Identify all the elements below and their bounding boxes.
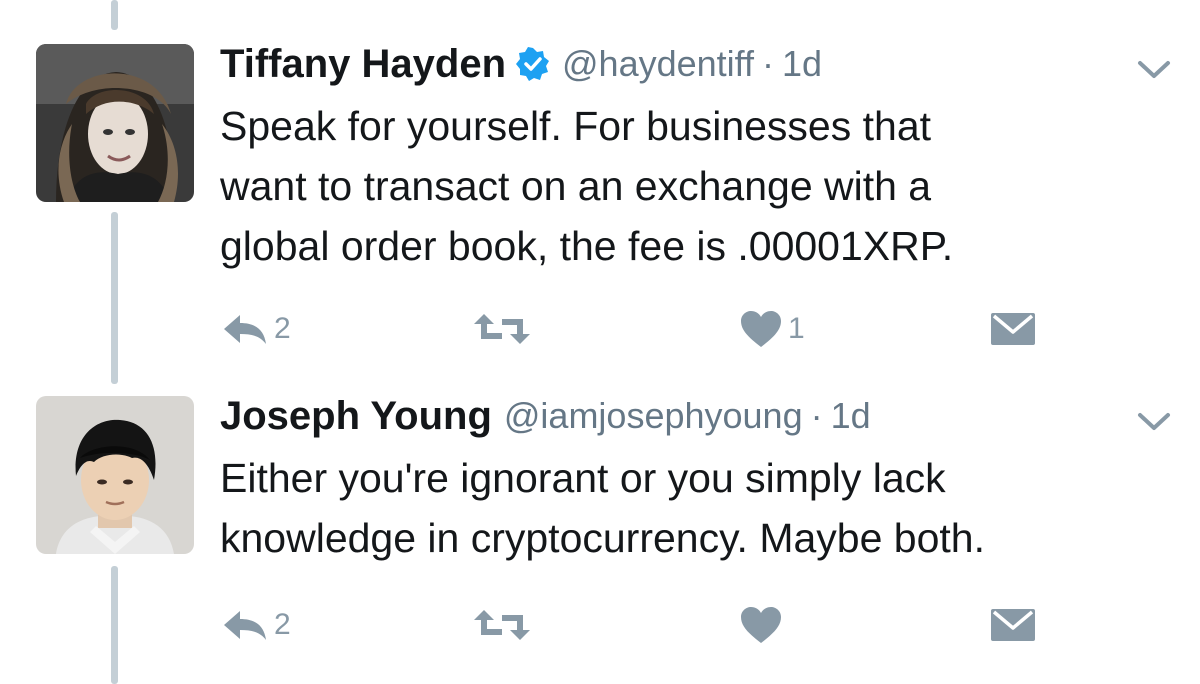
tweet[interactable]: Tiffany Hayden @haydentiff · 1d Speak fo… xyxy=(0,34,1200,354)
avatar[interactable] xyxy=(36,44,194,202)
chevron-down-icon[interactable] xyxy=(1136,410,1172,434)
like-button[interactable]: 1 xyxy=(740,304,805,354)
chevron-down-icon[interactable] xyxy=(1136,58,1172,82)
author-name[interactable]: Joseph Young xyxy=(220,394,492,439)
tweet-text: Either you're ignorant or you simply lac… xyxy=(220,448,1160,568)
reply-button[interactable]: 2 xyxy=(222,600,291,650)
like-button[interactable] xyxy=(740,600,788,650)
envelope-icon xyxy=(991,313,1035,345)
retweet-icon xyxy=(474,314,530,344)
tweet-text: Speak for yourself. For businesses that … xyxy=(220,96,1160,276)
thread-line-top xyxy=(111,0,118,30)
tweet-header: Tiffany Hayden @haydentiff · 1d xyxy=(220,34,822,94)
avatar-woman-photo xyxy=(36,44,194,202)
tweet-actions: 2 xyxy=(0,600,1200,650)
timestamp[interactable]: 1d xyxy=(782,43,822,85)
separator-dot: · xyxy=(810,395,823,436)
separator-dot: · xyxy=(762,43,775,84)
tweet-actions: 2 1 xyxy=(0,304,1200,354)
author-handle[interactable]: @iamjosephyoung xyxy=(504,395,803,437)
tweet-text-line: Either you're ignorant or you simply lac… xyxy=(220,455,946,501)
retweet-icon xyxy=(474,610,530,640)
direct-message-button[interactable] xyxy=(990,304,1036,354)
tweet-text-line: knowledge in cryptocurrency. Maybe both. xyxy=(220,515,985,561)
timestamp[interactable]: 1d xyxy=(831,395,871,437)
reply-count: 2 xyxy=(274,608,291,641)
avatar[interactable] xyxy=(36,396,194,554)
tweet-text-line: global order book, the fee is .00001XRP. xyxy=(220,223,954,269)
tweet-text-line: Speak for yourself. For businesses that xyxy=(220,103,932,149)
retweet-button[interactable] xyxy=(472,304,538,354)
like-count: 1 xyxy=(788,312,805,345)
verified-badge-icon xyxy=(516,47,550,81)
reply-count: 2 xyxy=(274,312,291,345)
reply-button[interactable]: 2 xyxy=(222,304,291,354)
envelope-icon xyxy=(991,609,1035,641)
retweet-button[interactable] xyxy=(472,600,538,650)
direct-message-button[interactable] xyxy=(990,600,1036,650)
author-name[interactable]: Tiffany Hayden xyxy=(220,42,506,87)
tweet-text-line: want to transact on an exchange with a xyxy=(220,163,932,209)
avatar-man-photo xyxy=(36,396,194,554)
reply-icon xyxy=(224,611,266,640)
tweet-header: Joseph Young @iamjosephyoung · 1d xyxy=(220,386,871,446)
heart-icon xyxy=(741,311,781,347)
tweet[interactable]: Joseph Young @iamjosephyoung · 1d Either… xyxy=(0,386,1200,684)
heart-icon xyxy=(741,607,781,643)
author-handle[interactable]: @haydentiff xyxy=(562,43,754,85)
reply-icon xyxy=(224,315,266,344)
